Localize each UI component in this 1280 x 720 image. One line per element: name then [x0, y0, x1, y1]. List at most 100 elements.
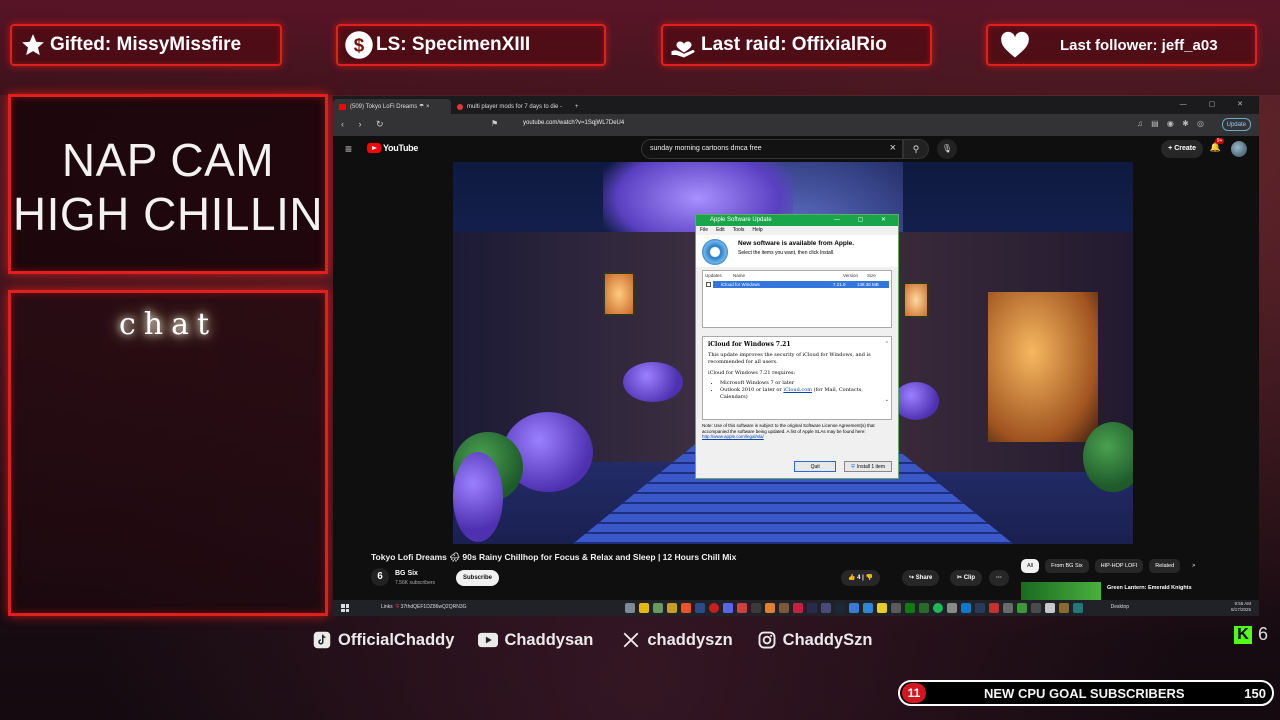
vscode-icon[interactable] — [961, 603, 971, 613]
user-avatar[interactable] — [1231, 141, 1247, 157]
search-query: sunday morning cartoons dmca free — [650, 145, 762, 152]
taskbar-links[interactable]: Links ⛨ 37thdQEF1DZ86wQ2QRN3G — [381, 604, 466, 610]
chip-related[interactable]: Related — [1149, 559, 1181, 573]
menu-file[interactable]: File — [700, 227, 708, 234]
install-button[interactable]: ⛨ Install 1 item — [844, 461, 892, 472]
bookmark-icon[interactable]: ⚑ — [491, 119, 498, 128]
channel-name[interactable]: BG Six — [395, 570, 418, 577]
app-icon[interactable] — [919, 603, 929, 613]
software-update-logo-icon — [702, 239, 728, 265]
windows-start-icon[interactable] — [341, 604, 349, 612]
clear-search-icon[interactable]: × — [890, 142, 896, 154]
scroll-arrows-icon[interactable]: ⌃ ⌄ — [885, 341, 889, 404]
xbox-icon[interactable] — [905, 603, 915, 613]
software-update-dialog: Apple Software Update — ▢ ✕ File Edit To… — [695, 214, 899, 479]
chips-next-icon[interactable]: > — [1186, 559, 1201, 573]
update-description[interactable]: iCloud for Windows 7.21 This update impr… — [702, 336, 892, 420]
links-label: Links — [381, 604, 393, 610]
app-icon[interactable] — [947, 603, 957, 613]
windows-taskbar: Links ⛨ 37thdQEF1DZ86wQ2QRN3G Desktop 9:… — [333, 600, 1259, 616]
recommended-title: Green Lantern: Emerald Knights — [1107, 585, 1192, 591]
dialog-titlebar[interactable]: Apple Software Update — ▢ ✕ — [696, 215, 898, 226]
clip-button[interactable]: ✂ Clip — [950, 570, 983, 586]
desktop-toolbar[interactable]: Desktop — [1111, 604, 1129, 610]
app-icon[interactable] — [639, 603, 649, 613]
app-icon[interactable] — [891, 603, 901, 613]
app-icon[interactable] — [779, 603, 789, 613]
tab-mods[interactable]: multi player mods for 7 days to die - — [451, 99, 569, 114]
recommendation-chips: All From BG Six HIP-HOP LOFI Related > — [1021, 559, 1201, 573]
notifications-bell-icon[interactable]: 🔔 9+ — [1210, 138, 1225, 153]
social-youtube: Chaddysan — [478, 630, 593, 650]
app-icon[interactable] — [989, 603, 999, 613]
window-controls[interactable]: — ▢ ✕ — [1180, 100, 1253, 108]
app-icon[interactable] — [793, 603, 803, 613]
video-scene-bush — [893, 382, 939, 420]
more-actions-button[interactable]: ··· — [989, 570, 1009, 586]
share-button[interactable]: ↪ Share — [902, 570, 940, 586]
license-link[interactable]: http://www.apple.com/legal/sla/ — [702, 434, 764, 439]
update-button[interactable]: Update — [1221, 118, 1251, 131]
chip-all[interactable]: All — [1021, 559, 1040, 573]
install-button-label: Install 1 item — [856, 463, 885, 470]
app-icon[interactable] — [667, 603, 677, 613]
social-x: chaddyszn — [621, 630, 733, 650]
app-icon[interactable] — [1045, 603, 1055, 613]
app-icon[interactable] — [821, 603, 831, 613]
like-dislike-button[interactable]: 👍 4 | 👎 — [841, 570, 880, 586]
app-icon[interactable] — [807, 603, 817, 613]
app-icon[interactable] — [751, 603, 761, 613]
app-icon[interactable] — [625, 603, 635, 613]
update-checkbox[interactable] — [706, 282, 711, 287]
instagram-icon — [757, 630, 777, 650]
menu-edit[interactable]: Edit — [716, 227, 725, 234]
search-button[interactable]: ⚲ — [903, 139, 929, 159]
update-row[interactable]: iCloud for Windows 7.21.0 138.36 MB — [713, 281, 889, 288]
app-icon[interactable] — [1059, 603, 1069, 613]
tab-youtube[interactable]: (509) Tokyo LoFi Dreams ☂ × — [333, 99, 451, 114]
system-tray[interactable]: 9:56 AM 8/17/2025 — [1231, 601, 1251, 613]
hamburger-menu-icon[interactable]: ≡ — [345, 142, 352, 156]
new-tab-button[interactable]: + — [569, 99, 585, 114]
brave-icon[interactable] — [681, 603, 691, 613]
url-field[interactable]: youtube.com/watch?v=1SqjWL7DeU4 — [523, 120, 624, 126]
menu-tools[interactable]: Tools — [733, 227, 745, 234]
app-icon[interactable] — [695, 603, 705, 613]
app-icon[interactable] — [765, 603, 775, 613]
app-icon[interactable] — [1073, 603, 1083, 613]
nav-buttons[interactable]: ‹ › ↻ — [341, 119, 390, 130]
chip-from-channel[interactable]: From BG Six — [1045, 559, 1089, 573]
app-icon[interactable] — [1017, 603, 1027, 613]
app-icon[interactable] — [975, 603, 985, 613]
app-icon[interactable] — [653, 603, 663, 613]
video-player[interactable]: Apple Software Update — ▢ ✕ File Edit To… — [453, 162, 1133, 544]
alert-last-sub-text: LS: SpecimenXIII — [376, 34, 531, 55]
subscribe-button[interactable]: Subscribe — [456, 570, 500, 586]
icloud-link[interactable]: iCloud.com — [783, 387, 812, 393]
dialog-window-controls[interactable]: — ▢ ✕ — [834, 216, 894, 223]
app-icon[interactable] — [1003, 603, 1013, 613]
channel-avatar[interactable]: 6 — [371, 568, 389, 586]
menu-help[interactable]: Help — [752, 227, 762, 234]
cam-title-line1: NAP CAM — [61, 134, 275, 186]
app-icon[interactable] — [737, 603, 747, 613]
svg-text:$: $ — [354, 34, 365, 55]
opera-icon[interactable] — [709, 603, 719, 613]
app-icon[interactable] — [863, 603, 873, 613]
recommended-video[interactable]: Green Lantern: Emerald Knights — [1021, 582, 1253, 602]
spotify-icon[interactable] — [933, 603, 943, 613]
browser-window: (509) Tokyo LoFi Dreams ☂ × multi player… — [333, 96, 1259, 616]
steam-icon[interactable] — [835, 603, 845, 613]
voice-search-icon[interactable]: 🎙 — [937, 139, 957, 159]
discord-icon[interactable] — [723, 603, 733, 613]
youtube-logo[interactable]: YouTube — [367, 143, 418, 153]
app-icon[interactable] — [877, 603, 887, 613]
quit-button[interactable]: Quit — [794, 461, 837, 472]
app-icon[interactable] — [849, 603, 859, 613]
chip-hiphop-lofi[interactable]: HIP-HOP LOFI — [1094, 559, 1144, 573]
extensions-icon[interactable]: ♫ ▤ ◉ ✱ ◎ — [1137, 119, 1207, 128]
app-icon[interactable] — [1031, 603, 1041, 613]
goal-label: NEW CPU GOAL SUBSCRIBERS — [984, 686, 1185, 701]
create-button[interactable]: + Create — [1161, 140, 1203, 158]
search-input[interactable]: sunday morning cartoons dmca free × — [641, 139, 903, 159]
